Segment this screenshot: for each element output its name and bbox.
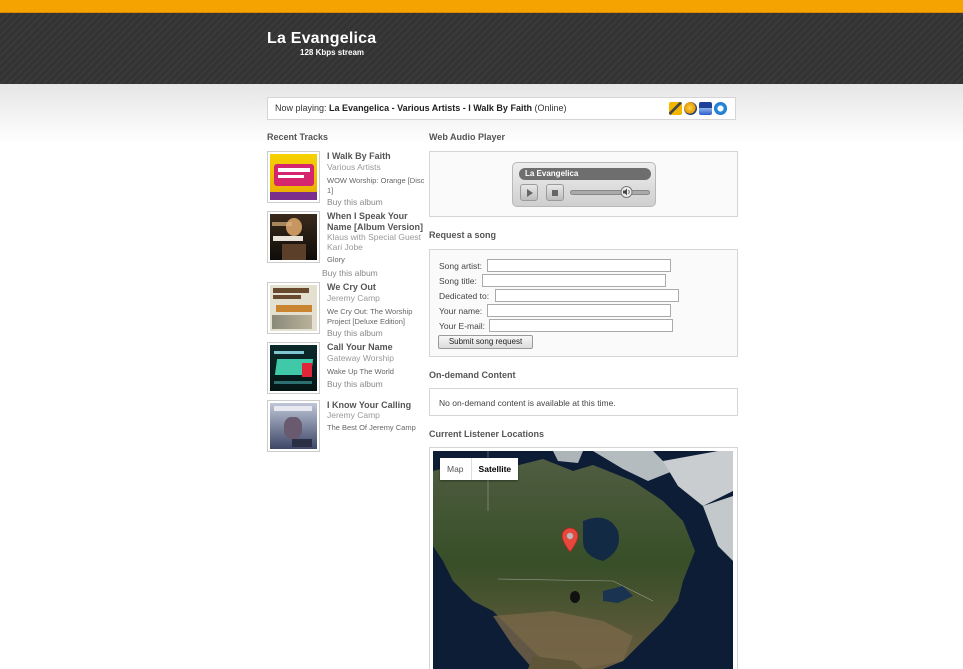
track-album: The Best Of Jeremy Camp [327,423,416,432]
track-title[interactable]: We Cry Out [327,282,427,293]
quicktime-icon[interactable] [714,102,727,115]
track-title[interactable]: When I Speak Your Name [Album Version] [327,211,427,233]
album-cover [267,342,320,394]
request-form: Song artist: Song title: Dedicated to: Y… [429,249,738,357]
now-playing-bar: Now playing: La Evangelica - Various Art… [267,97,736,120]
player-icons [669,102,727,116]
now-playing-track: La Evangelica - Various Artists - I Walk… [329,103,532,113]
stop-icon [552,190,558,196]
track-title[interactable]: Call Your Name [327,342,427,353]
volume-slider[interactable] [570,190,650,195]
track-album: WOW Worship: Orange [Disc 1] [327,176,425,195]
album-cover [267,151,320,203]
dedicated-to-label: Dedicated to: [439,291,490,301]
song-artist-label: Song artist: [439,261,482,271]
track-artist: Various Artists [327,162,381,172]
track-title[interactable]: I Walk By Faith [327,151,427,162]
track-album: We Cry Out: The Worship Project [Deluxe … [327,307,413,326]
track-album: Glory [327,255,345,264]
your-name-label: Your name: [439,306,483,316]
web-player-heading: Web Audio Player [429,132,506,142]
recent-tracks-heading: Recent Tracks [267,132,329,142]
ondemand-panel: No on-demand content is available at thi… [429,388,738,416]
play-button[interactable] [520,184,538,201]
request-heading: Request a song [429,230,497,240]
stop-button[interactable] [546,184,564,201]
satellite-imagery [433,451,733,669]
album-cover [267,211,320,263]
song-title-input[interactable] [482,274,666,287]
track-album: Wake Up The World [327,367,394,376]
now-playing-status: (Online) [534,103,567,113]
map-type-toggle: Map Satellite [440,458,519,480]
buy-album-link[interactable]: Buy this album [322,268,378,278]
your-email-input[interactable] [489,319,673,332]
album-cover [267,400,320,452]
ondemand-message: No on-demand content is available at thi… [439,398,616,408]
speaker-icon[interactable] [620,186,633,198]
album-cover [267,282,320,334]
track-artist: Jeremy Camp [327,410,380,420]
listener-location-pin-icon[interactable] [561,527,579,553]
song-title-label: Song title: [439,276,477,286]
track-artist: Jeremy Camp [327,293,380,303]
top-accent-bar [0,0,963,13]
buy-album-link[interactable]: Buy this album [327,379,383,389]
map-button[interactable]: Map [440,458,471,480]
winamp-icon[interactable] [669,102,682,115]
player-station-label: La Evangelica [519,168,651,180]
your-email-label: Your E-mail: [439,321,485,331]
listener-map[interactable]: Map Satellite [433,451,733,669]
ondemand-heading: On-demand Content [429,370,516,380]
buy-album-link[interactable]: Buy this album [327,328,383,338]
song-artist-input[interactable] [487,259,671,272]
windows-media-icon[interactable] [699,102,712,115]
stream-info: 128 Kbps stream [300,48,365,57]
buy-album-link[interactable]: Buy this album [327,197,383,207]
play-icon [527,189,533,197]
locations-heading: Current Listener Locations [429,429,545,439]
audio-player: La Evangelica [512,162,656,207]
submit-request-button[interactable]: Submit song request [438,335,533,349]
dedicated-to-input[interactable] [495,289,679,302]
now-playing-prefix: Now playing: [275,103,327,113]
satellite-button[interactable]: Satellite [470,458,519,480]
track-artist: Gateway Worship [327,353,394,363]
track-artist: Klaus with Special Guest Kari Jobe [327,232,422,252]
your-name-input[interactable] [487,304,671,317]
header [0,13,963,84]
web-player-panel: La Evangelica [429,151,738,217]
station-title: La Evangelica [267,30,377,47]
realplayer-icon[interactable] [684,102,697,115]
